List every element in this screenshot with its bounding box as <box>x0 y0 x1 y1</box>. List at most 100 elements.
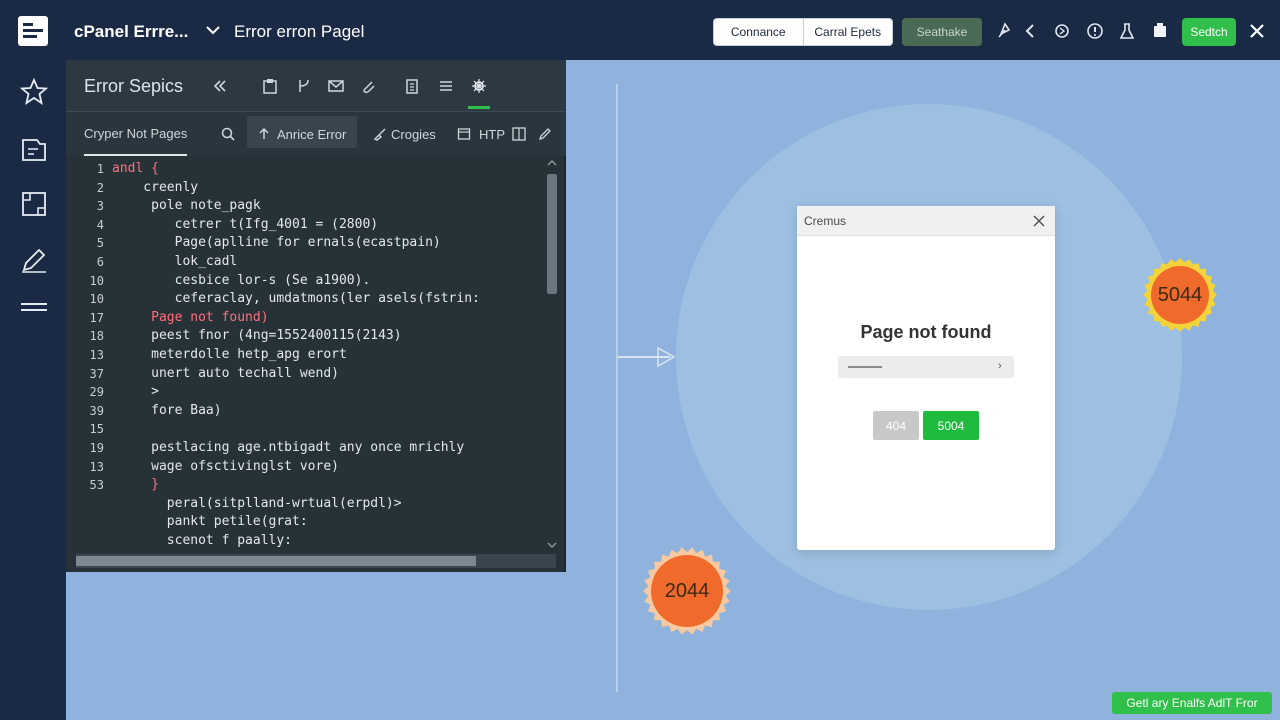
get-errors-button[interactable]: Getl ary Enalfs AdlT Fror <box>1112 692 1272 714</box>
search-icon[interactable] <box>220 126 236 142</box>
page-title: Error erron Pagel <box>234 22 365 41</box>
line-number: 18 <box>89 329 104 344</box>
code-line: > <box>112 384 159 400</box>
line-number: 5 <box>96 236 104 251</box>
code-line: peest fnor (4ng=1552400115(2143) <box>112 328 402 344</box>
tab-label: Crogies <box>391 126 436 142</box>
error-5004-button[interactable]: 5004 <box>923 411 979 440</box>
line-number: 3 <box>96 199 104 214</box>
star-icon[interactable] <box>18 76 50 108</box>
view-segment-control: Connance Carral Epets <box>713 18 893 46</box>
code-line: pole note_pagk <box>112 198 261 214</box>
status-badge-5044: 5044 <box>1140 258 1220 332</box>
segment-carral-epets[interactable]: Carral Epets <box>802 19 893 45</box>
tab-cryper-not-pages[interactable]: Cryper Not Pages <box>84 112 188 156</box>
badge-label: 2044 <box>664 579 710 602</box>
segment-connance[interactable]: Connance <box>714 19 803 45</box>
seathake-button[interactable]: Seathake <box>902 18 982 46</box>
brush-icon <box>373 128 386 141</box>
connector-line <box>616 84 618 692</box>
sidebar <box>0 60 66 720</box>
close-icon[interactable] <box>1031 213 1047 229</box>
save-icon[interactable] <box>1149 20 1171 42</box>
horizontal-scrollbar[interactable] <box>76 554 556 568</box>
tab-label: Anrice Error <box>277 126 347 142</box>
code-area[interactable]: andl { creenly pole note_pagk cetrer t(I… <box>112 160 532 550</box>
mail-icon[interactable] <box>326 76 346 96</box>
arrow-right-icon <box>618 346 676 368</box>
error-dialog: Cremus Page not found › 404 5004 <box>797 206 1055 550</box>
back-icon[interactable] <box>1020 20 1042 42</box>
sync-icon[interactable] <box>1051 20 1073 42</box>
code-line: fore Baa) <box>112 402 222 418</box>
tab-anrice-error[interactable]: Anrice Error <box>257 112 346 156</box>
bug-icon[interactable] <box>469 76 489 96</box>
active-tool-indicator <box>468 106 490 109</box>
line-number: 53 <box>89 478 104 493</box>
close-icon[interactable] <box>1246 20 1268 42</box>
code-line: meterdolle hetp_apg erort <box>112 346 347 362</box>
line-number: 19 <box>89 440 104 455</box>
code-line: cesbice lor-s (Se a1900). <box>112 272 371 288</box>
menu-icon[interactable] <box>18 292 50 324</box>
line-number: 37 <box>89 366 104 381</box>
list-icon[interactable] <box>436 76 456 96</box>
code-line: ceferaclay, umdatmons(ler asels(fstrin: <box>112 291 480 307</box>
error-404-button[interactable]: 404 <box>873 411 919 440</box>
clipboard-icon[interactable] <box>260 76 280 96</box>
code-line: wage ofsctivinglst vore) <box>112 458 339 474</box>
code-line: Page not found) <box>112 309 269 325</box>
horizontal-scroll-thumb[interactable] <box>76 556 476 566</box>
top-bar: cPanel Errre... Error erron Pagel Connan… <box>0 0 1280 60</box>
line-number: 39 <box>89 403 104 418</box>
code-line: pankt petile(grat: <box>112 514 308 530</box>
info-icon[interactable] <box>1084 20 1106 42</box>
line-number: 6 <box>96 254 104 269</box>
tab-htp[interactable]: HTP <box>457 112 505 156</box>
code-line: creenly <box>112 179 199 195</box>
code-line: Page(aplline for ernals(ecastpain) <box>112 235 441 251</box>
collapse-icon[interactable] <box>210 76 230 96</box>
code-line: } <box>112 477 159 493</box>
expand-icon[interactable] <box>511 126 527 142</box>
vertical-scroll-thumb[interactable] <box>547 174 557 294</box>
flask-icon[interactable] <box>1116 20 1138 42</box>
code-line: lok_cadl <box>112 253 238 269</box>
pencil-icon[interactable] <box>537 126 553 142</box>
chevron-right-icon: › <box>998 360 1002 372</box>
line-number: 13 <box>89 459 104 474</box>
tab-label: HTP <box>479 126 505 142</box>
editor-header: Error Sepics <box>66 60 566 112</box>
editor-title: Error Sepics <box>84 76 184 96</box>
branch-icon[interactable] <box>294 76 314 96</box>
dialog-title: Cremus <box>804 214 847 228</box>
tab-crogies[interactable]: Crogies <box>373 112 436 156</box>
line-number: 10 <box>89 292 104 307</box>
layout-icon[interactable] <box>18 188 50 220</box>
code-line: andl { <box>112 161 159 176</box>
vertical-scrollbar[interactable] <box>544 156 560 552</box>
line-number: 15 <box>89 422 104 437</box>
code-line: pestlacing age.ntbigadt any once mrichly <box>112 439 465 455</box>
code-line: scenot f paally: <box>112 532 293 548</box>
chevron-down-icon[interactable] <box>202 18 224 42</box>
folder-icon[interactable] <box>18 134 50 166</box>
window-icon <box>457 128 471 140</box>
edit-icon[interactable] <box>18 244 50 276</box>
code-editor-panel: Error Sepics Cryper Not Pages Anrice Err… <box>66 60 566 572</box>
line-number: 17 <box>89 310 104 325</box>
pin-icon[interactable] <box>994 20 1016 42</box>
tab-label: Cryper Not Pages <box>84 125 188 141</box>
app-menu-icon[interactable] <box>16 14 50 48</box>
code-line: peral(sitplland-wrtual(erpdl)> <box>112 495 402 511</box>
line-number: 29 <box>89 385 104 400</box>
dialog-select-field[interactable]: › <box>838 356 1014 378</box>
scroll-up-icon[interactable] <box>547 158 557 168</box>
switch-button[interactable]: Sedtch <box>1182 18 1236 46</box>
badge-label: 5044 <box>1157 283 1203 306</box>
attach-icon[interactable] <box>358 76 378 96</box>
dialog-titlebar: Cremus <box>797 206 1055 236</box>
building-icon[interactable] <box>402 76 422 96</box>
scroll-down-icon[interactable] <box>547 540 557 550</box>
